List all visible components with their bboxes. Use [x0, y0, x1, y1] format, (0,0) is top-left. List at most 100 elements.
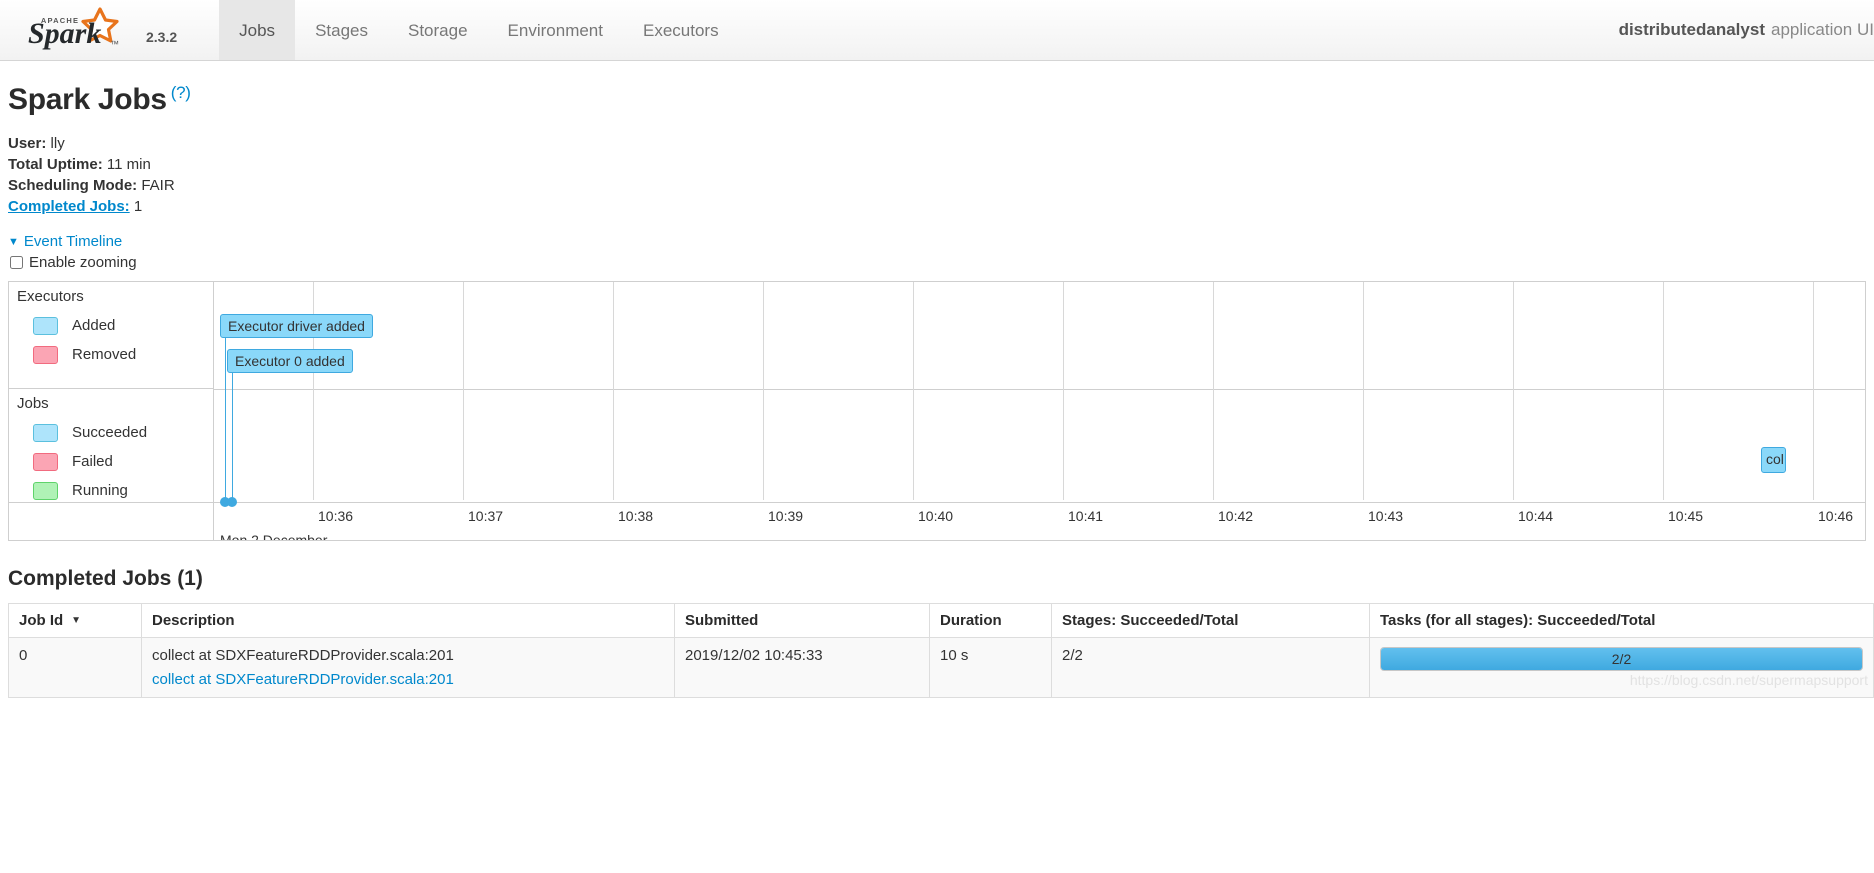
svg-text:™: ™: [110, 39, 119, 49]
timeline-canvas[interactable]: 10:36 10:37 10:38 10:39 10:40 10:41 10:42 10:43…: [9, 282, 1865, 541]
timeline-gridline: [463, 282, 464, 500]
timeline-tick-10-42: 10:42: [1218, 508, 1254, 524]
swatch-succeeded-icon: [33, 423, 58, 442]
timeline-dot-executor0: [227, 497, 237, 507]
cell-description: collect at SDXFeatureRDDProvider.scala:2…: [141, 637, 675, 698]
caret-down-icon: ▼: [8, 236, 19, 248]
summary-label-completed-jobs[interactable]: Completed Jobs:: [8, 198, 130, 215]
event-timeline-toggle-label: Event Timeline: [23, 233, 123, 250]
legend-label-removed: Removed: [72, 346, 137, 363]
summary-item-total-uptime: Total Uptime: 11 min: [8, 154, 1866, 175]
nav-item-stages[interactable]: Stages: [295, 0, 388, 60]
timeline-gridline: [1363, 282, 1364, 500]
legend-item-job-failed: Failed: [17, 447, 213, 476]
cell-stages: 2/2: [1051, 637, 1370, 698]
timeline-tick-10-40: 10:40: [918, 508, 954, 524]
timeline-event-executor-driver-added[interactable]: Executor driver added: [220, 314, 373, 338]
enable-zooming-label: Enable zooming: [29, 254, 137, 271]
column-header-submitted[interactable]: Submitted: [674, 603, 930, 638]
nav-item-storage[interactable]: Storage: [388, 0, 488, 60]
legend-label-failed: Failed: [72, 453, 113, 470]
timeline-gridline: [1663, 282, 1664, 500]
timeline-stem-driver: [225, 330, 226, 502]
timeline-axis-line: [9, 502, 1865, 503]
swatch-removed-icon: [33, 345, 58, 364]
timeline-tick-10-44: 10:44: [1518, 508, 1554, 524]
application-title-suffix: application UI: [1770, 20, 1874, 39]
tasks-progress-label: 2/2: [1611, 651, 1632, 667]
page-container: Spark Jobs (?) User: lly Total Uptime: 11…: [0, 83, 1874, 698]
swatch-failed-icon: [33, 452, 58, 471]
tasks-progress-bar: 2/2: [1380, 647, 1863, 671]
timeline-tick-10-41: 10:41: [1068, 508, 1104, 524]
timeline-tick-10-43: 10:43: [1368, 508, 1404, 524]
column-header-duration[interactable]: Duration: [929, 603, 1052, 638]
page-title-text: Spark Jobs: [8, 83, 167, 116]
nav-item-jobs[interactable]: Jobs: [219, 0, 296, 60]
summary-value-scheduling-mode: FAIR: [141, 177, 175, 194]
summary-value-completed-jobs: 1: [133, 198, 143, 215]
cell-duration: 10 s: [929, 637, 1052, 698]
swatch-running-icon: [33, 481, 58, 500]
timeline-gridline: [913, 282, 914, 500]
timeline-row-divider: [214, 389, 1865, 390]
table-row: 0 collect at SDXFeatureRDDProvider.scala…: [8, 637, 1874, 698]
timeline-group-title-jobs: Jobs: [17, 395, 49, 412]
timeline-event-job-collect[interactable]: col: [1761, 447, 1786, 473]
spark-logo-icon: APACHE Spark ™: [22, 7, 140, 53]
timeline-event-executor-0-added[interactable]: Executor 0 added: [227, 349, 353, 373]
timeline-legend-group-jobs: Jobs Succeeded Failed Running: [9, 389, 213, 540]
timeline-legend-group-executors: Executors Added Removed: [9, 282, 213, 389]
legend-item-executor-added: Added: [17, 311, 213, 340]
timeline-gridline: [1213, 282, 1214, 500]
timeline-tick-10-46: 10:46: [1818, 508, 1854, 524]
timeline-tick-10-39: 10:39: [768, 508, 804, 524]
event-timeline[interactable]: Executors Added Removed Jobs Succeeded F…: [8, 281, 1866, 541]
legend-label-running: Running: [72, 482, 128, 499]
summary-label-user: User:: [8, 135, 47, 152]
completed-jobs-heading: Completed Jobs (1): [8, 567, 203, 590]
job-summary-list: User: lly Total Uptime: 11 min Schedulin…: [8, 133, 1866, 217]
summary-value-total-uptime: 11 min: [106, 156, 151, 173]
summary-item-scheduling-mode: Scheduling Mode: FAIR: [8, 175, 1866, 196]
timeline-gridline: [1063, 282, 1064, 500]
timeline-tick-10-37: 10:37: [468, 508, 504, 524]
completed-jobs-table: Job Id ▼ Description Submitted Duration S…: [8, 603, 1874, 698]
summary-value-user: lly: [50, 135, 65, 152]
event-timeline-toggle[interactable]: ▼ Event Timeline: [8, 233, 122, 250]
nav-item-executors[interactable]: Executors: [623, 0, 739, 60]
description-link[interactable]: collect at SDXFeatureRDDProvider.scala:2…: [152, 671, 664, 688]
nav-item-environment[interactable]: Environment: [488, 0, 623, 60]
enable-zooming-checkbox[interactable]: [10, 256, 23, 269]
column-header-job-id[interactable]: Job Id ▼: [8, 603, 142, 638]
timeline-tick-10-45: 10:45: [1668, 508, 1704, 524]
spark-version-label: 2.3.2: [146, 29, 178, 45]
application-name: distributedanalyst: [1618, 20, 1765, 39]
description-text: collect at SDXFeatureRDDProvider.scala:2…: [152, 647, 454, 664]
summary-label-scheduling-mode: Scheduling Mode:: [8, 177, 138, 194]
help-icon[interactable]: (?): [171, 83, 191, 102]
navbar: APACHE Spark ™ 2.3.2 Jobs Stages Storage…: [0, 0, 1874, 61]
summary-label-total-uptime: Total Uptime:: [8, 156, 103, 173]
spark-logo-link[interactable]: APACHE Spark ™ 2.3.2: [0, 0, 191, 60]
main-nav: Jobs Stages Storage Environment Executor…: [219, 0, 738, 60]
summary-item-completed-jobs[interactable]: Completed Jobs: 1: [8, 196, 1866, 217]
svg-text:Spark: Spark: [28, 17, 101, 50]
timeline-tick-10-36: 10:36: [318, 508, 354, 524]
timeline-gridline: [1813, 282, 1814, 500]
watermark-text: https://blog.csdn.net/supermapsupport: [1629, 672, 1868, 688]
legend-item-executor-removed: Removed: [17, 340, 213, 369]
column-header-description[interactable]: Description: [141, 603, 675, 638]
legend-label-succeeded: Succeeded: [72, 424, 148, 441]
cell-job-id: 0: [8, 637, 142, 698]
column-header-stages[interactable]: Stages: Succeeded/Total: [1051, 603, 1370, 638]
page-title: Spark Jobs (?): [8, 83, 1866, 117]
timeline-date-label: Mon 2 December: [220, 532, 328, 541]
table-header-row: Job Id ▼ Description Submitted Duration S…: [8, 603, 1874, 638]
column-header-tasks[interactable]: Tasks (for all stages): Succeeded/Total: [1369, 603, 1874, 638]
timeline-tick-10-38: 10:38: [618, 508, 654, 524]
enable-zooming-row: Enable zooming: [8, 254, 1866, 271]
sort-descending-icon: ▼: [71, 615, 82, 626]
legend-item-job-running: Running: [17, 476, 213, 505]
swatch-added-icon: [33, 316, 58, 335]
